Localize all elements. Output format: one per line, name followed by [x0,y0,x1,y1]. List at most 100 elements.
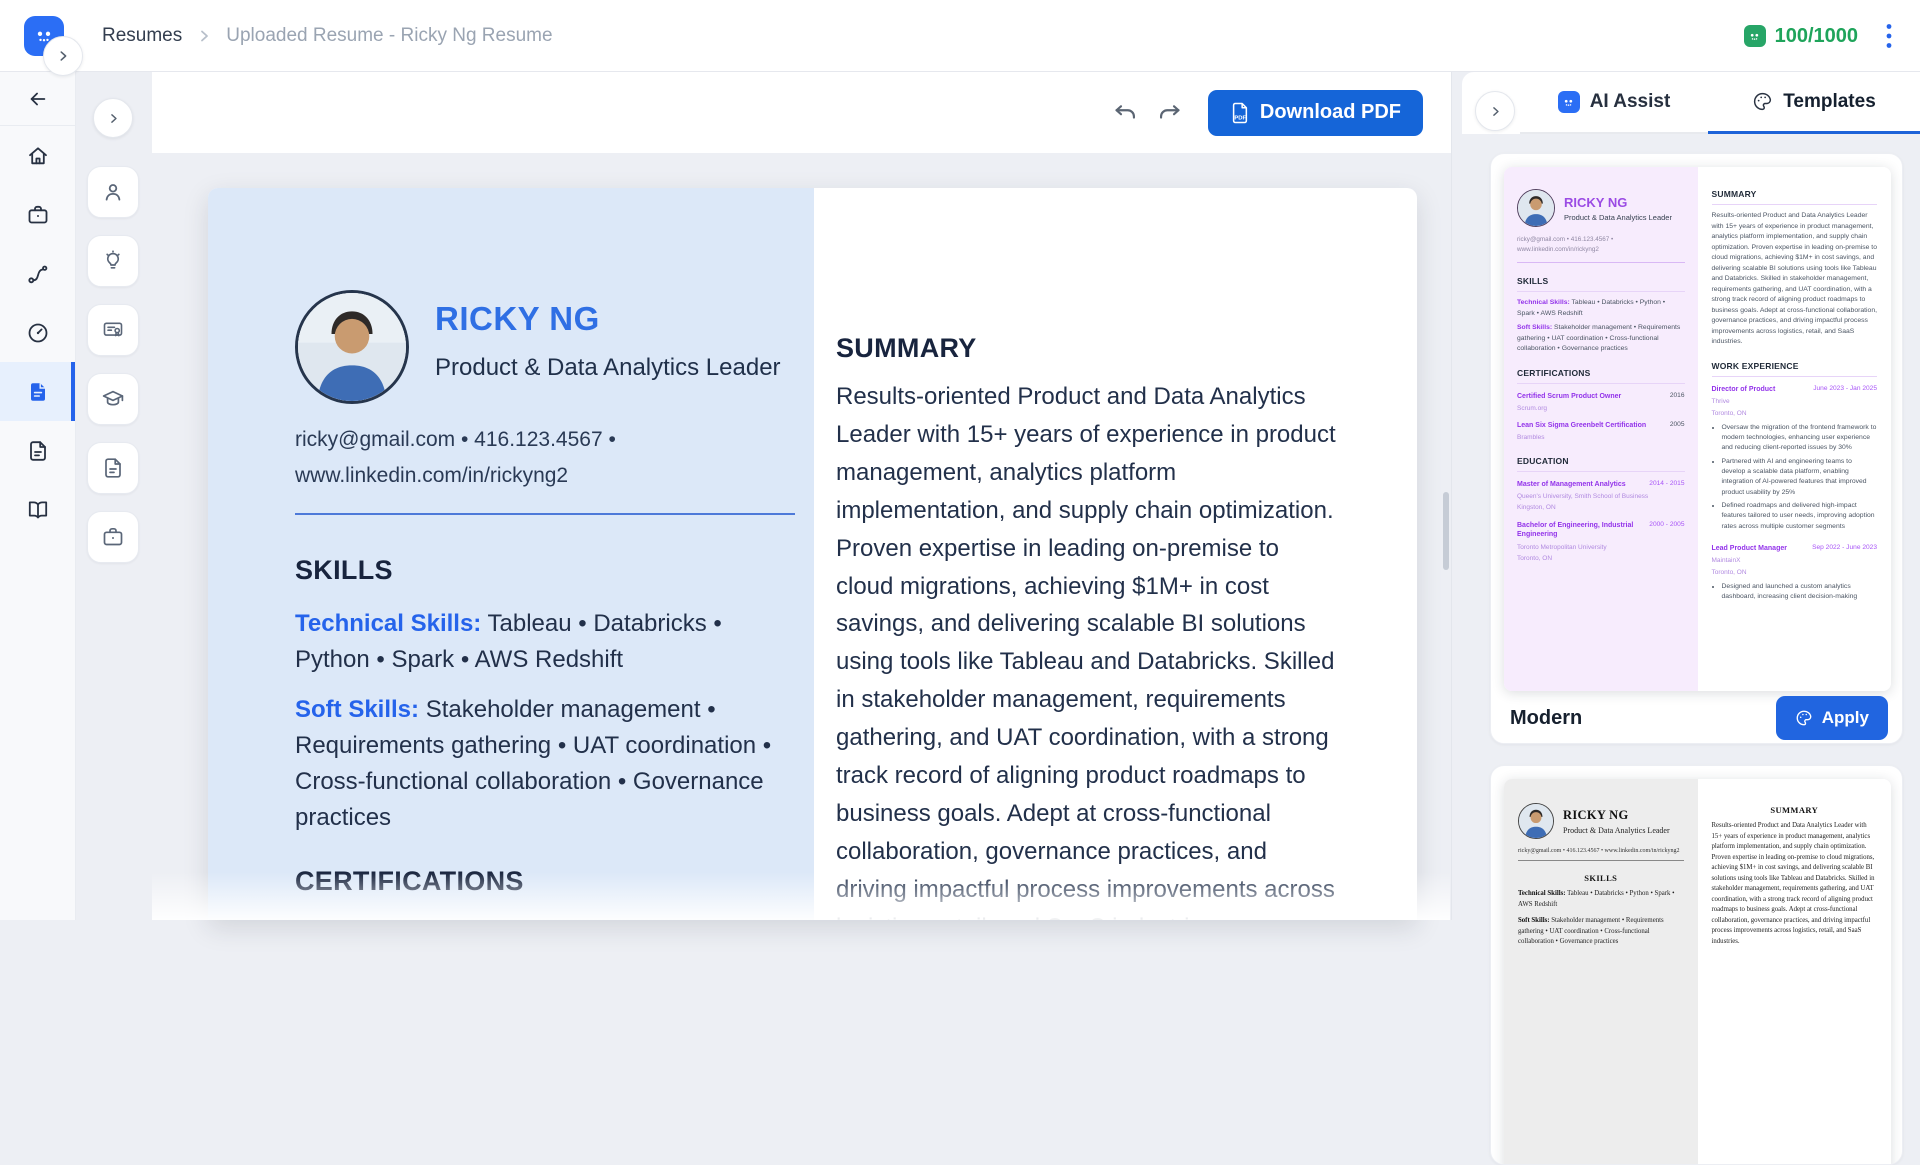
mini-education-heading: EDUCATION [1517,456,1685,466]
mini-edu-years: 2000 - 2005 [1649,521,1684,541]
mini-certifications-heading: CERTIFICATIONS [1517,368,1685,378]
robot-icon [1558,91,1580,113]
sidebar-collapse-button[interactable] [43,36,83,76]
mini-cert-name: Certified Scrum Product Owner [1517,392,1621,402]
editor-toolbar: PDF Download PDF [152,72,1451,153]
mini-job-location: Toronto, ON [1712,568,1878,577]
template-card-modern: RICKY NG Product & Data Analytics Leader… [1490,153,1903,744]
editor-scrollbar[interactable] [1443,492,1449,570]
apply-template-button[interactable]: Apply [1776,696,1888,740]
sidebar-item-documents[interactable] [0,421,75,480]
credits-count: 100/1000 [1775,25,1858,48]
kebab-menu-icon [1886,23,1892,49]
tools-expand-button[interactable] [93,98,133,138]
tool-profile-button[interactable] [87,166,139,218]
sidebar-item-jobs[interactable] [0,185,75,244]
soft-skills-label: Soft Skills: [295,696,419,723]
redo-button[interactable] [1152,95,1188,131]
gauge-icon [26,321,50,345]
resume-editor-area: PDF Download PDF RICKY NG Product & Data… [152,72,1452,920]
back-button[interactable] [0,72,75,126]
mini-contact: ricky@gmail.com • 416.123.4567 • www.lin… [1518,848,1684,854]
mini-technical-skills: Technical Skills: Tableau • Databricks •… [1517,298,1685,319]
credits-robot-icon [1744,25,1766,47]
mini-job-company: MaintainX [1712,556,1878,565]
sidebar-item-paths[interactable] [0,244,75,303]
download-pdf-button[interactable]: PDF Download PDF [1208,90,1423,136]
mini-cert-issuer: Scrum.org [1517,404,1685,413]
resume-sheet[interactable]: RICKY NG Product & Data Analytics Leader… [208,188,1417,920]
mini-divider [1712,204,1878,205]
sidebar-item-library[interactable] [0,480,75,539]
mini-job-bullet: Defined roadmaps and delivered high-impa… [1722,501,1878,532]
mini-profile-photo [1518,803,1554,839]
breadcrumb-resumes[interactable]: Resumes [102,25,182,47]
mini-school: Toronto Metropolitan University [1517,543,1685,552]
sidebar-item-resumes[interactable] [0,362,75,421]
mini-title: Product & Data Analytics Leader [1564,213,1672,222]
chevron-right-icon [56,49,70,63]
breadcrumb: Resumes Uploaded Resume - Ricky Ng Resum… [102,0,553,72]
mini-summary-text: Results-oriented Product and Data Analyt… [1712,211,1878,348]
document-icon [26,439,50,463]
mini-skills-heading: SKILLS [1517,276,1685,286]
profile-photo [295,290,409,404]
mini-divider [1517,291,1685,292]
tool-education-button[interactable] [87,373,139,425]
template-classic-thumbnail[interactable]: RICKY NG Product & Data Analytics Leader… [1504,779,1891,1165]
undo-button[interactable] [1108,95,1144,131]
mini-soft-label: Soft Skills: [1518,917,1550,924]
tool-certifications-button[interactable] [87,304,139,356]
mini-contact: ricky@gmail.com • 416.123.4567 • www.lin… [1517,235,1685,255]
mini-cert-row: Lean Six Sigma Greenbelt Certification 2… [1517,421,1685,431]
sidebar-item-dashboard[interactable] [0,303,75,362]
tab-ai-assist[interactable]: AI Assist [1520,72,1708,134]
mini-school: Queen's University, Smith School of Busi… [1517,492,1685,501]
technical-skills-line: Technical Skills: Tableau • Databricks •… [295,606,795,678]
mini-soft-skills: Soft Skills: Stakeholder management • Re… [1517,323,1685,355]
mini-technical-skills: Technical Skills: Tableau • Databricks •… [1518,889,1684,910]
pdf-file-icon: PDF [1230,102,1249,124]
graduation-cap-icon [101,387,125,411]
tool-experience-button[interactable] [87,511,139,563]
home-icon [26,144,50,168]
summary-text: Results-oriented Product and Data Analyt… [836,378,1341,920]
panel-collapse-button[interactable] [1475,91,1515,131]
template-modern-thumbnail[interactable]: RICKY NG Product & Data Analytics Leader… [1504,167,1891,691]
skills-heading: SKILLS [295,555,814,586]
briefcase-icon [101,525,125,549]
briefcase-icon [26,203,50,227]
more-options-button[interactable] [1876,19,1902,53]
credits-badge[interactable]: 100/1000 [1744,25,1858,48]
mini-left-column: RICKY NG Product & Data Analytics Leader… [1504,779,1698,1165]
mini-edu-years: 2014 - 2015 [1649,480,1684,490]
mini-soft-skills: Soft Skills: Stakeholder management • Re… [1518,916,1684,948]
mini-job-row: Lead Product Manager Sep 2022 - June 202… [1712,544,1878,554]
certifications-heading: CERTIFICATIONS [295,866,814,897]
document-icon [101,456,125,480]
resume-title: Product & Data Analytics Leader [435,354,781,382]
mini-degree: Bachelor of Engineering, Industrial Engi… [1517,521,1643,541]
mini-job-bullet: Designed and launched a custom analytics… [1722,582,1878,602]
sidebar-item-home[interactable] [0,126,75,185]
technical-skills-label: Technical Skills: [295,610,481,637]
mini-name: RICKY NG [1564,195,1672,210]
mini-cert-year: 2016 [1670,392,1685,402]
mini-title: Product & Data Analytics Leader [1563,826,1670,835]
tool-documents-button[interactable] [87,442,139,494]
resume-name: RICKY NG [435,300,781,338]
mini-degree: Master of Management Analytics [1517,480,1626,490]
mini-edu-location: Toronto, ON [1517,554,1685,563]
download-pdf-label: Download PDF [1260,101,1401,124]
resume-right-column: SUMMARY Results-oriented Product and Dat… [814,188,1417,920]
palette-icon [1795,709,1813,727]
tool-tips-button[interactable] [87,235,139,287]
mini-job-company: Thrive [1712,397,1878,406]
mini-summary-heading: SUMMARY [1712,805,1878,815]
mini-right-column: SUMMARY Results-oriented Product and Dat… [1698,167,1892,691]
mini-divider [1517,383,1685,384]
tab-templates[interactable]: Templates [1708,72,1920,134]
lightbulb-icon [101,249,125,273]
template-card-footer: Modern Apply [1504,691,1889,745]
mini-job-bullet: Partnered with AI and engineering teams … [1722,457,1878,498]
